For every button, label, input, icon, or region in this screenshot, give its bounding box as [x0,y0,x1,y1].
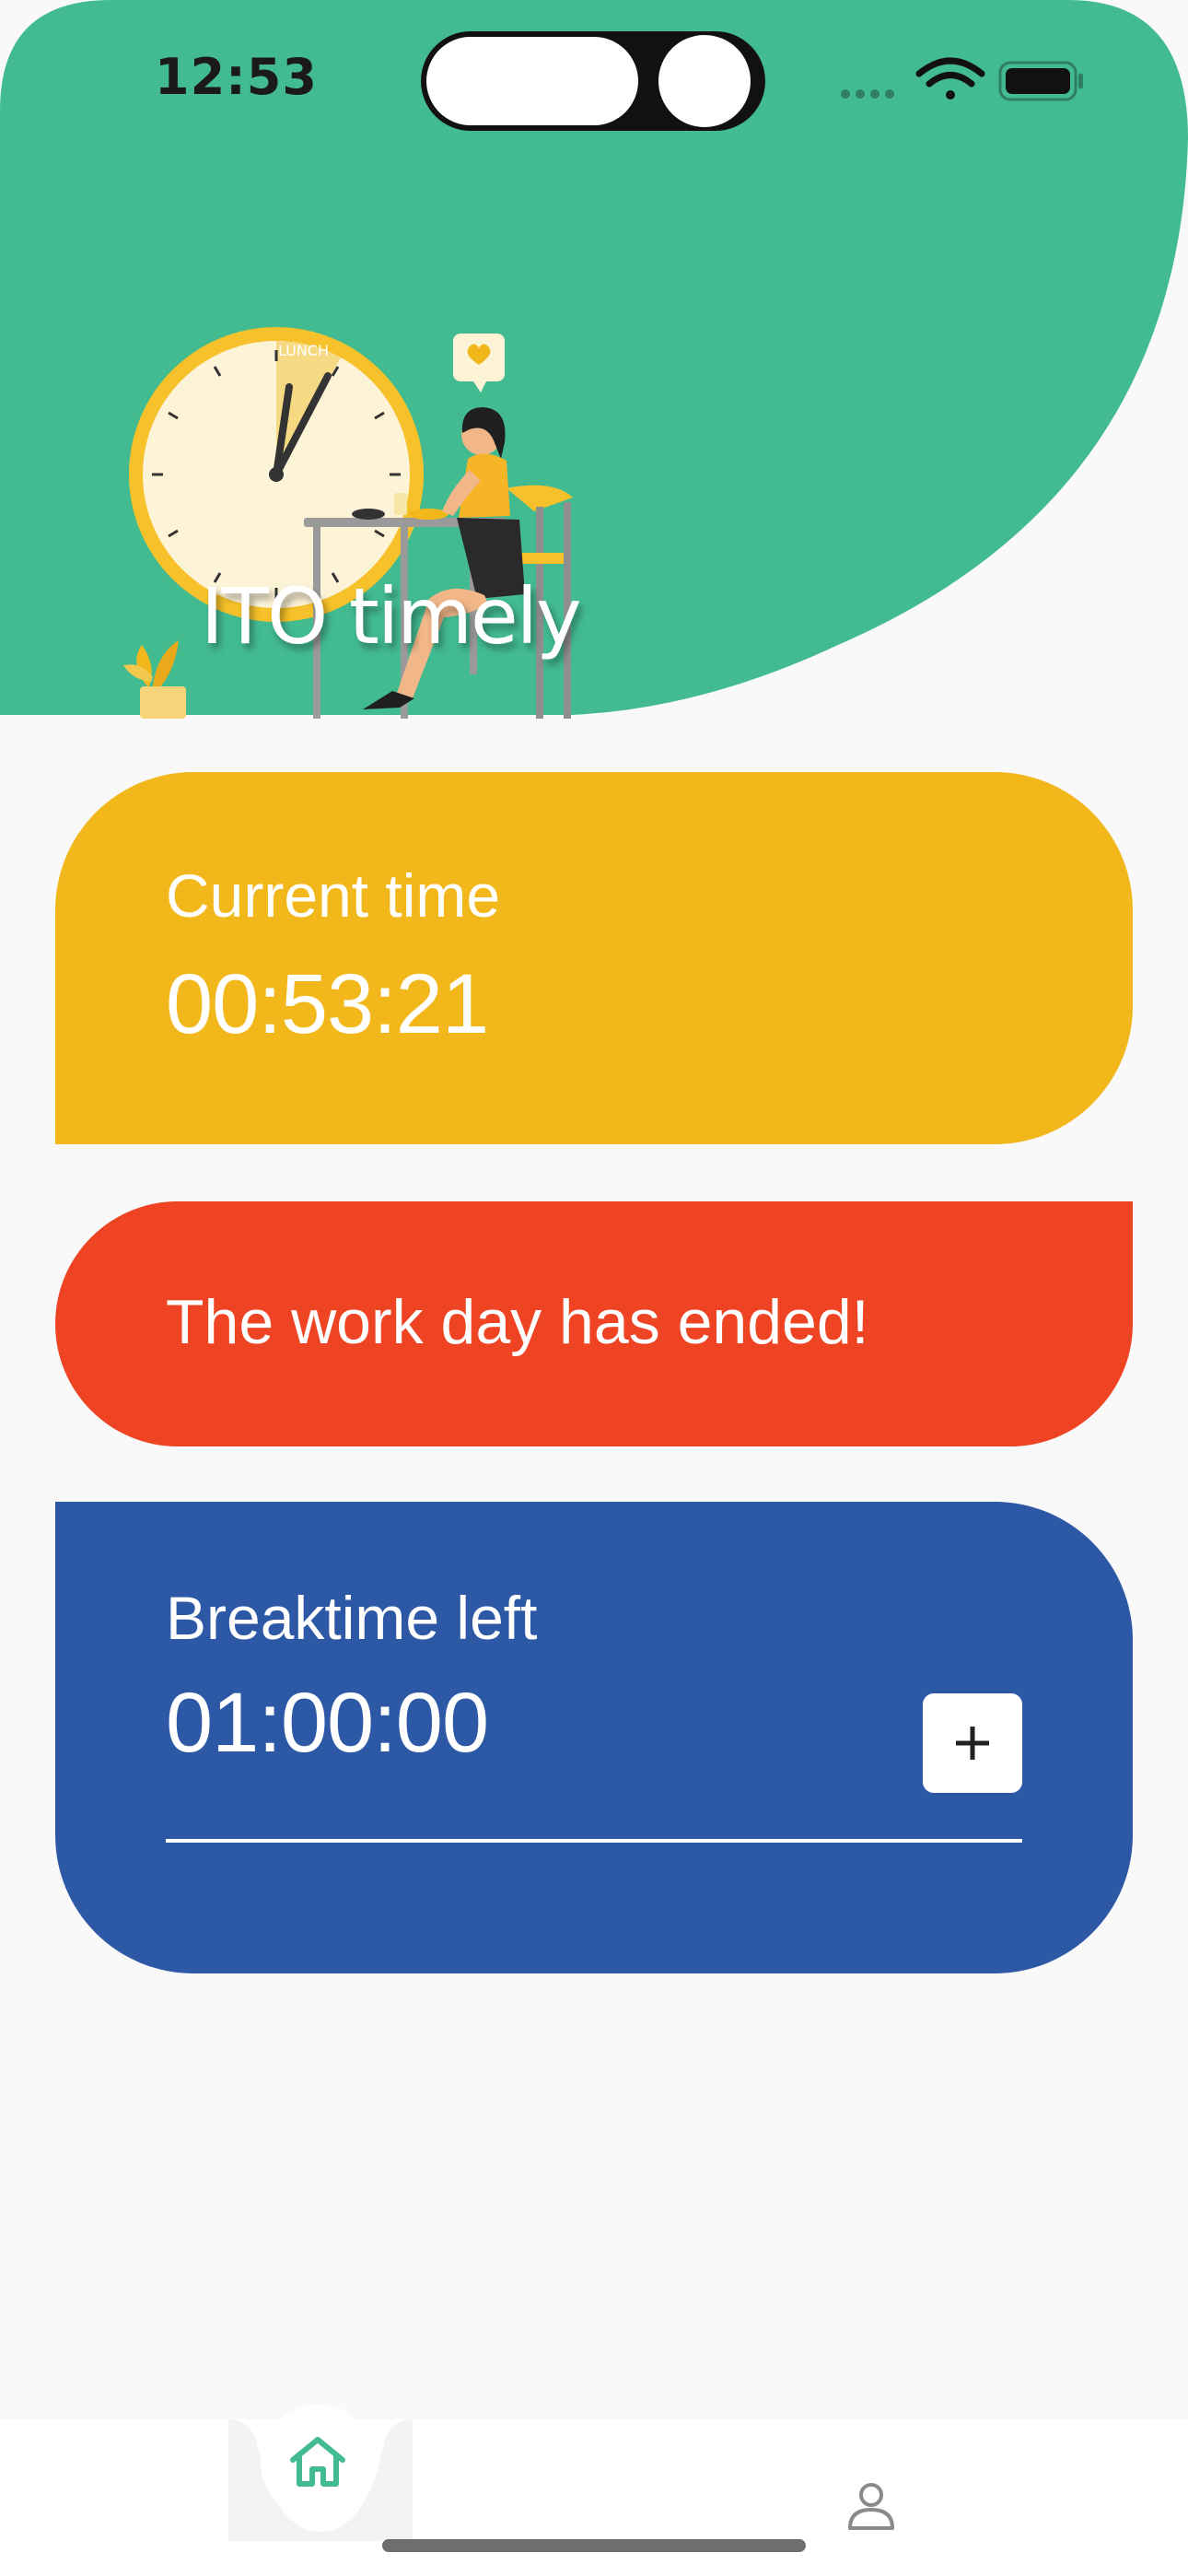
status-icons [841,57,1083,101]
workday-status-message: The work day has ended! [166,1287,869,1357]
heart-bubble-icon [453,334,505,392]
nav-home-button[interactable] [261,2405,375,2519]
clock-lunch-label: LUNCH [278,342,329,359]
status-bar: 12:53 [0,0,1188,166]
current-time-label: Current time [166,861,501,930]
screen: 12:53 LUNCH ITO timely Current time 00:5… [0,0,1188,2576]
current-time-card: Current time 00:53:21 [55,772,1133,1144]
bottom-navigation [0,2419,1188,2576]
battery-icon [998,61,1083,101]
home-indicator[interactable] [382,2539,806,2552]
app-title: ITO timely [201,571,582,662]
current-time-value: 00:53:21 [166,957,489,1051]
plus-icon [956,1727,989,1760]
workday-status-card: The work day has ended! [55,1201,1133,1446]
plant-icon [123,640,186,719]
add-break-button[interactable] [923,1693,1022,1793]
breaktime-card: Breaktime left 01:00:00 [55,1502,1133,1973]
breaktime-divider [166,1839,1022,1843]
signal-icon [841,89,894,99]
nav-profile-button[interactable] [834,2469,908,2543]
person-icon [848,2483,894,2530]
status-time: 12:53 [155,48,318,106]
breaktime-value: 01:00:00 [166,1676,489,1770]
breaktime-label: Breaktime left [166,1584,538,1652]
wifi-icon [915,57,985,100]
home-icon [290,2437,345,2487]
dynamic-island [421,31,765,131]
